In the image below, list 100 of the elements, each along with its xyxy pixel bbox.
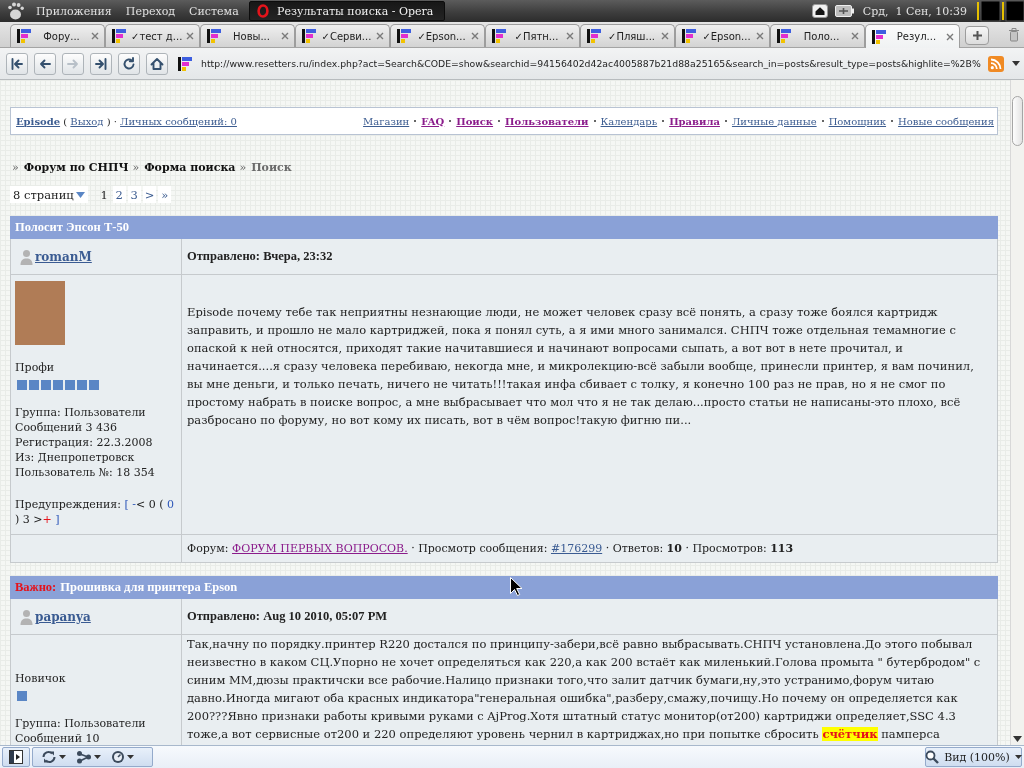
tab[interactable]: Поло... [770,24,865,47]
author-link[interactable]: papanya [35,609,91,624]
gauge-menu-button[interactable] [111,750,134,764]
important-label: Важно: [15,580,57,595]
site-icon [776,28,792,44]
pages-menu-button[interactable]: 8 страниц [10,186,88,203]
member-detail: Пользователь №: 18 354 [15,465,156,480]
home-icon [150,56,164,71]
rss-icon[interactable] [988,55,1004,72]
menu-item[interactable]: Переход [119,4,182,18]
close-icon[interactable] [566,32,574,40]
site-icon [301,28,317,44]
close-icon[interactable] [946,32,954,41]
caret-icon [75,191,85,198]
last-page-link[interactable]: » [158,186,172,203]
member-detail: Из: Днепропетровск [15,450,136,465]
post-text: Так,начну по порядку.принтер R220 достался по принципу-забери,всё равно выбрасывать.СНПЧ установлена.До этого побывал неизвестно в каком СЦ.Упорно не хочет определяться как 220,а как 200 встаёт как миленький.Голова промыта " бутербродом" с синим ММ,дюзы практичски все рабочие.Налицо признаки того,что залит датчик бумаги,ну,это устранимо,форум читаю давно.Иногда мигают оба красных индикатора"генеральная ошибка",разберу,смажу,почищу.Но почему он определяется как 200???Явно признаки работы кривыми руками с AjProg.Хотя штатный статус монитор(от200) картриджи определяет,SSC 4.3 тоже,а вот сервисные от200 и 220 определяют уровень чернил в картриджах,но при попытке сбросить счётчик памперса [187,636,982,743]
nav-link[interactable]: Пользователи [505,115,589,127]
ring-icon [256,4,270,18]
user-icon [20,608,33,625]
caret-icon [1014,755,1022,759]
member-detail: Сообщений 10 [15,731,101,745]
site-icon [16,28,32,44]
post-date: Отправлено: Вчера, 23:32 [187,249,333,264]
tab[interactable]: ✓Серви... [295,24,390,47]
close-icon[interactable] [376,32,384,40]
skip-forward-icon [94,56,108,71]
logout-link[interactable]: Выход [70,115,104,127]
reload-icon [122,56,136,71]
tab[interactable]: ✓Epson... [675,24,770,47]
page-link[interactable]: 2 [112,186,126,203]
nav-link[interactable]: Правила [669,115,720,127]
breadcrumb-link[interactable]: Форма поиска [144,160,236,174]
close-icon[interactable] [281,32,289,40]
warnings-text: Предупреждения: [ -< 0 ( 0 ) 3 >+ ] [15,497,175,527]
tab[interactable]: Фору... [10,24,105,47]
site-icon [491,28,507,44]
tab[interactable]: Резул... [865,24,960,48]
close-icon[interactable] [851,32,859,40]
menu-item[interactable]: Система [183,4,245,18]
nav-link[interactable]: Магазин [363,115,410,127]
tab[interactable]: ✓Пляш... [580,24,675,47]
scrollbar-thumb[interactable] [1012,96,1023,146]
post-number-link[interactable]: #176299 [550,542,603,555]
site-icon [681,28,697,44]
home-button[interactable] [146,52,168,75]
page-link[interactable]: 3 [127,186,141,203]
window-button[interactable]: Результаты поиска - Opera [249,1,445,21]
messages-link[interactable]: Личных сообщений: 0 [120,115,237,127]
author-link[interactable]: romanM [35,249,92,264]
close-icon[interactable] [661,32,669,40]
foot-icon[interactable] [6,1,26,21]
tab[interactable]: ✓тест д... [105,24,200,47]
nav-link[interactable]: Поиск [456,115,494,127]
next-page-link[interactable]: > [142,186,157,203]
nav-link[interactable]: Личные данные [731,115,817,127]
post-meta-text: Форум: ФОРУМ ПЕРВЫХ ВОПРОСОВ. · Просмотр сообщения: #176299 · Ответов: 10 · Просмотров: 113 [187,542,794,555]
magnifier-icon [925,750,940,764]
close-icon[interactable] [186,32,194,40]
close-icon[interactable] [471,32,479,40]
new-tab-button[interactable] [965,26,989,45]
close-icon[interactable] [756,32,764,40]
tab[interactable]: ✓Epson... [390,24,485,47]
nav-link[interactable]: Помощник [828,115,887,127]
nav-link[interactable]: FAQ [421,115,445,127]
breadcrumb-link[interactable]: Форум по СНПЧ [23,160,129,174]
sync-menu-button[interactable] [41,750,66,764]
back-button[interactable] [34,52,56,75]
nav-link[interactable]: Новые сообщения [898,115,994,127]
site-icon [396,28,412,44]
back-arrow-icon [38,56,52,71]
user-status-text: Episode ( Выход ) · Личных сообщений: 0 [16,115,237,127]
caret-icon[interactable] [1012,61,1020,66]
menu-item[interactable]: Приложения [30,4,118,18]
battery-icon [834,5,854,17]
close-icon[interactable] [91,32,99,40]
site-icon [586,28,602,44]
trash-icon[interactable] [1008,27,1020,42]
fast-forward-button[interactable] [90,52,112,75]
breadcrumb-separator: » [239,160,247,174]
scroll-down-icon[interactable] [1013,736,1022,742]
panel-toggle-button[interactable] [2,747,30,767]
sync-icon [41,750,57,764]
post-title: Прошивка для принтера Epson [60,580,238,595]
clock[interactable]: Срд, 1 Сен, 10:39 [862,4,967,18]
forum-link[interactable]: ФОРУМ ПЕРВЫХ ВОПРОСОВ. [232,542,408,555]
tab[interactable]: Новы... [200,24,295,47]
scrollbar[interactable] [1010,80,1024,745]
network-menu-button[interactable] [76,750,101,764]
member-detail: Группа: Пользователи [15,716,147,731]
zoom-button[interactable]: Вид (100%) [925,747,1022,767]
page-link[interactable]: 1 [97,186,111,203]
panel-icon [9,750,23,764]
username-link[interactable]: Episode [16,115,61,127]
nav-link[interactable]: Календарь [600,115,658,127]
tab[interactable]: ✓Пятн... [485,24,580,47]
mouse-pointer-icon [510,577,522,596]
rewind-button[interactable] [6,52,28,75]
reload-button[interactable] [118,52,140,75]
post-date: Отправлено: Aug 10 2010, 05:07 PM [187,609,388,624]
